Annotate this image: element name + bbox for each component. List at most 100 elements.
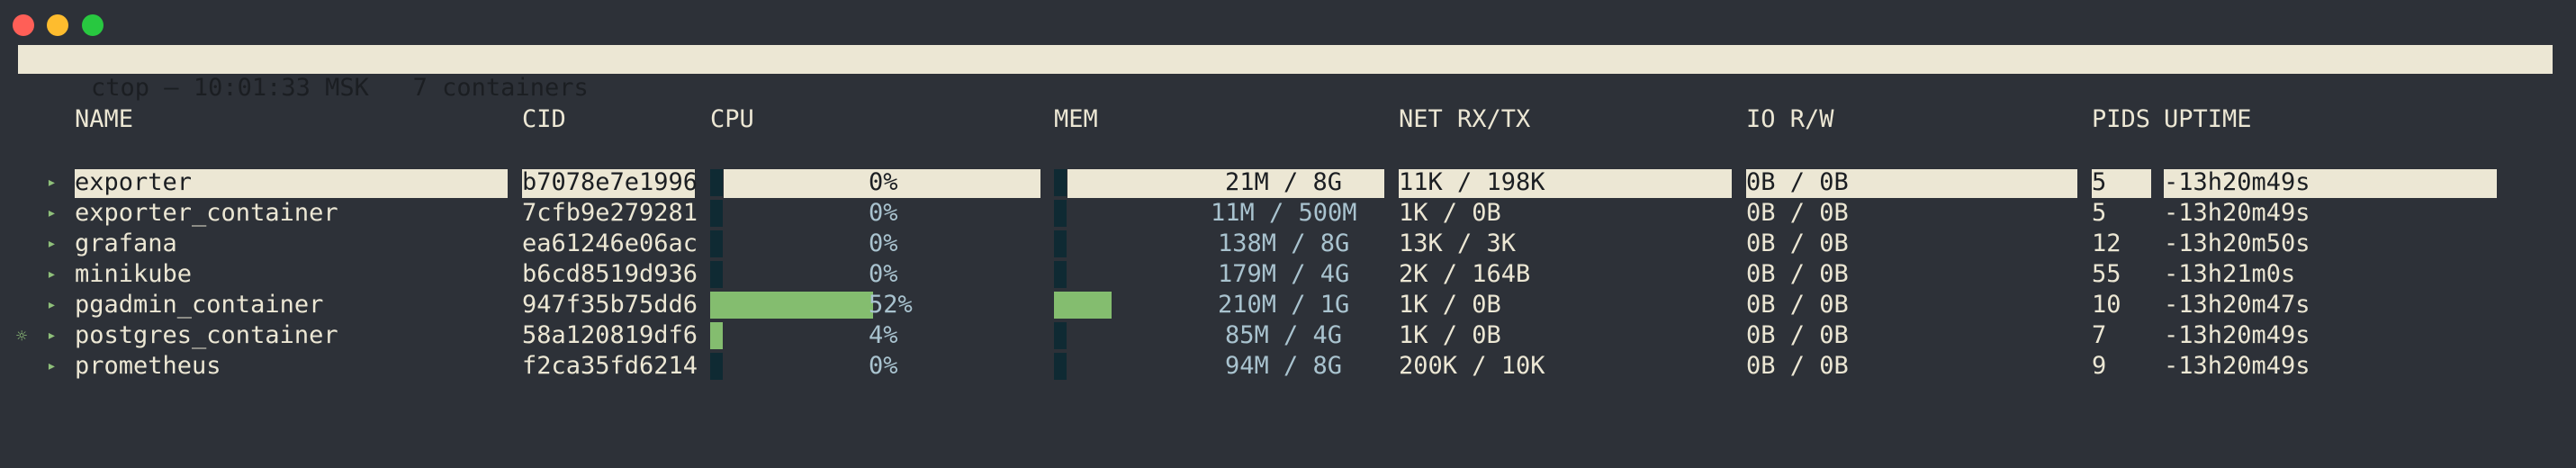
- column-header-io[interactable]: IO R/W: [1746, 104, 1834, 135]
- io-read-write: 0B / 0B: [1746, 168, 1849, 196]
- net-rx-tx: 13K / 3K: [1399, 230, 1517, 257]
- pids-count: 7: [2092, 321, 2107, 349]
- uptime-value: -13h20m49s: [2164, 168, 2310, 196]
- cpu-value: 52%: [869, 291, 913, 319]
- container-id: f2ca35fd6214: [522, 352, 698, 380]
- io-read-write: 0B / 0B: [1746, 291, 1849, 319]
- row-expand-icon[interactable]: ▸: [47, 229, 57, 259]
- ctop-header-title: ctop – 10:01:33 MSK 7 containers: [91, 74, 589, 102]
- column-header-net[interactable]: NET RX/TX: [1399, 104, 1530, 135]
- io-read-write: 0B / 0B: [1746, 199, 1849, 227]
- pids-count: 12: [2092, 230, 2121, 257]
- net-rx-tx: 1K / 0B: [1399, 321, 1501, 349]
- container-name: exporter_container: [75, 199, 338, 227]
- uptime-value: -13h20m49s: [2164, 321, 2310, 349]
- net-rx-tx: 200K / 10K: [1399, 352, 1545, 380]
- close-window-button[interactable]: [13, 14, 34, 36]
- container-row[interactable]: ☼ ▸ postgres_container 58a120819df6 4% 85M / …: [0, 320, 2576, 351]
- mem-meter-track: [1054, 261, 1067, 288]
- window-titlebar: [0, 0, 2576, 43]
- column-header-uptime[interactable]: UPTIME: [2164, 104, 2252, 135]
- container-row[interactable]: ▸ pgadmin_container 947f35b75dd6 52% 210M / …: [0, 290, 2576, 320]
- io-read-write: 0B / 0B: [1746, 352, 1849, 380]
- cpu-meter-track: [710, 200, 723, 227]
- pids-count: 5: [2092, 168, 2107, 196]
- net-rx-tx: 2K / 164B: [1399, 260, 1531, 288]
- column-header-pids[interactable]: PIDS: [2092, 104, 2150, 135]
- cpu-meter-track: [710, 169, 723, 196]
- cpu-value: 0%: [869, 352, 898, 380]
- net-rx-tx: 1K / 0B: [1399, 291, 1501, 319]
- container-name: postgres_container: [75, 321, 338, 349]
- container-row[interactable]: ▸ grafana ea61246e06ac 0% 138M / 8G 13K / 3K 0…: [0, 229, 2576, 259]
- row-expand-icon[interactable]: ▸: [47, 198, 57, 229]
- mem-value: 179M / 4G: [1218, 260, 1350, 288]
- container-id: 947f35b75dd6: [522, 291, 698, 319]
- column-header-cpu[interactable]: CPU: [710, 104, 754, 135]
- column-header-name[interactable]: NAME: [75, 104, 133, 135]
- container-name: pgadmin_container: [75, 291, 324, 319]
- container-id: b7078e7e1996: [522, 168, 698, 196]
- row-expand-icon[interactable]: ▸: [47, 290, 57, 320]
- cpu-value: 0%: [869, 260, 898, 288]
- mem-meter-track: [1054, 169, 1067, 196]
- maximize-window-button[interactable]: [82, 14, 104, 36]
- container-id: ea61246e06ac: [522, 230, 698, 257]
- terminal-window: ctop – 10:01:33 MSK 7 containers NAME CI…: [0, 0, 2576, 468]
- row-expand-icon[interactable]: ▸: [47, 259, 57, 290]
- container-row[interactable]: ▸ minikube b6cd8519d936 0% 179M / 4G 2K / 164…: [0, 259, 2576, 290]
- io-read-write: 0B / 0B: [1746, 260, 1849, 288]
- container-id: b6cd8519d936: [522, 260, 698, 288]
- row-expand-icon[interactable]: ▸: [47, 351, 57, 382]
- pids-count: 10: [2092, 291, 2121, 319]
- cpu-meter-fill: [710, 322, 723, 349]
- cpu-meter-track: [710, 353, 723, 380]
- mem-value: 85M / 4G: [1225, 321, 1343, 349]
- mem-meter-track: [1054, 322, 1067, 349]
- cpu-meter-track: [710, 230, 723, 257]
- row-expand-icon[interactable]: ▸: [47, 320, 57, 351]
- pids-count: 9: [2092, 352, 2107, 380]
- container-row[interactable]: ▸ prometheus f2ca35fd6214 0% 94M / 8G 200K / …: [0, 351, 2576, 382]
- cpu-meter-fill: [710, 292, 873, 319]
- uptime-value: -13h20m49s: [2164, 352, 2310, 380]
- container-id: 7cfb9e279281: [522, 199, 698, 227]
- pids-count: 5: [2092, 199, 2107, 227]
- cpu-value: 0%: [869, 230, 898, 257]
- container-name: prometheus: [75, 352, 221, 380]
- uptime-value: -13h20m47s: [2164, 291, 2310, 319]
- column-header-cid[interactable]: CID: [522, 104, 566, 135]
- mem-value: 138M / 8G: [1218, 230, 1350, 257]
- container-row[interactable]: ▸ exporter b7078e7e1996 0% 21M / 8G 11K / 198…: [0, 167, 2576, 198]
- mem-meter-track: [1054, 230, 1067, 257]
- uptime-value: -13h20m50s: [2164, 230, 2310, 257]
- uptime-value: -13h20m49s: [2164, 199, 2310, 227]
- cpu-value: 4%: [869, 321, 898, 349]
- pids-count: 55: [2092, 260, 2121, 288]
- net-rx-tx: 1K / 0B: [1399, 199, 1501, 227]
- mem-value: 11M / 500M: [1211, 199, 1357, 227]
- cpu-meter-track: [710, 261, 723, 288]
- container-name: exporter: [75, 168, 193, 196]
- mem-value: 94M / 8G: [1225, 352, 1343, 380]
- cpu-value: 0%: [869, 199, 898, 227]
- mem-meter-track: [1054, 200, 1067, 227]
- minimize-window-button[interactable]: [47, 14, 68, 36]
- container-name: minikube: [75, 260, 193, 288]
- io-read-write: 0B / 0B: [1746, 321, 1849, 349]
- io-read-write: 0B / 0B: [1746, 230, 1849, 257]
- container-id: 58a120819df6: [522, 321, 698, 349]
- cpu-value: 0%: [869, 168, 898, 196]
- column-header-mem[interactable]: MEM: [1054, 104, 1098, 135]
- mem-meter-track: [1054, 353, 1067, 380]
- net-rx-tx: 11K / 198K: [1399, 168, 1545, 196]
- mem-meter-fill: [1054, 292, 1112, 319]
- row-flag-icon: ☼: [16, 325, 28, 346]
- mem-value: 210M / 1G: [1218, 291, 1350, 319]
- container-name: grafana: [75, 230, 177, 257]
- mem-value: 21M / 8G: [1225, 168, 1343, 196]
- ctop-header-bar: ctop – 10:01:33 MSK 7 containers: [18, 45, 2553, 102]
- row-expand-icon[interactable]: ▸: [47, 167, 57, 198]
- container-row[interactable]: ▸ exporter_container 7cfb9e279281 0% 11M / 5…: [0, 198, 2576, 229]
- uptime-value: -13h21m0s: [2164, 260, 2296, 288]
